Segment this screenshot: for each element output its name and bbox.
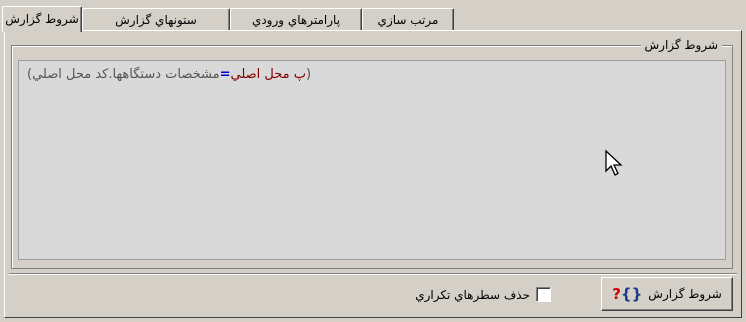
remove-duplicate-rows-option[interactable]: حذف سطرهاي تکراري bbox=[415, 287, 551, 302]
condition-expression[interactable]: (پ محل اصلي=مشخصات دستگاهها.کد محل اصلي) bbox=[27, 67, 311, 82]
expression-field: پ محل اصلي bbox=[230, 67, 307, 82]
report-conditions-button[interactable]: شروط گزارش {}? bbox=[601, 277, 733, 311]
tab-panel: شروط گزارش (پ محل اصلي=مشخصات دستگاهها.ک… bbox=[4, 30, 742, 318]
report-conditions-button-label: شروط گزارش bbox=[648, 287, 722, 301]
conditions-group-title: شروط گزارش bbox=[640, 37, 722, 53]
tab-report-conditions[interactable]: شروط گزارش bbox=[2, 6, 82, 32]
expression-operator: = bbox=[219, 67, 231, 82]
condition-expression-editor[interactable]: (پ محل اصلي=مشخصات دستگاهها.کد محل اصلي) bbox=[18, 60, 726, 260]
expression-table-field: مشخصات دستگاهها.کد محل اصلي bbox=[32, 67, 220, 82]
tab-sorting[interactable]: مرتب سازي bbox=[362, 8, 454, 31]
expression-open-paren: ( bbox=[306, 67, 312, 82]
remove-duplicate-rows-checkbox[interactable] bbox=[536, 287, 551, 302]
tab-report-columns[interactable]: ستونهاي گزارش bbox=[82, 8, 230, 31]
bottom-separator bbox=[9, 273, 737, 274]
tab-input-parameters[interactable]: پارامترهاي ورودي bbox=[230, 8, 362, 31]
remove-duplicate-rows-label: حذف سطرهاي تکراري bbox=[415, 287, 530, 302]
conditions-groupbox: شروط گزارش (پ محل اصلي=مشخصات دستگاهها.ک… bbox=[11, 37, 733, 269]
tab-strip: شروط گزارش ستونهاي گزارش پارامترهاي ورود… bbox=[0, 6, 746, 32]
brace-question-icon: {}? bbox=[612, 285, 643, 303]
mouse-pointer-icon bbox=[605, 149, 623, 176]
